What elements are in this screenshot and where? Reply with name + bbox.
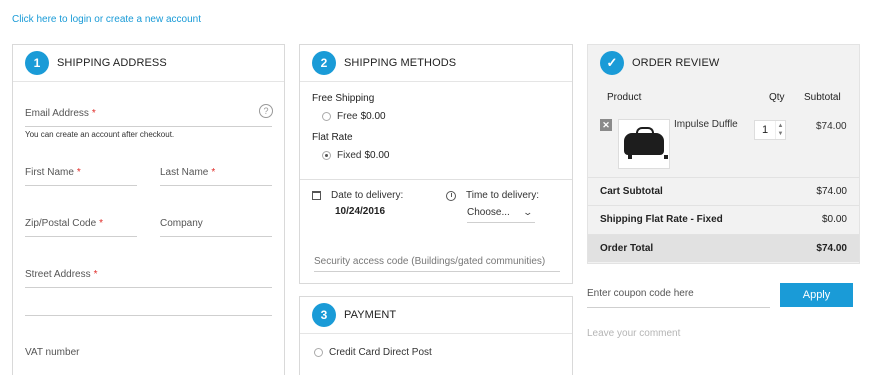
shipping-methods-panel: 2 SHIPPING METHODS Free Shipping Free $0… bbox=[299, 44, 573, 284]
delivery-date-label: Date to delivery: bbox=[312, 190, 403, 201]
radio-checked[interactable] bbox=[322, 151, 331, 160]
arrow-up-icon[interactable]: ▲ bbox=[778, 122, 784, 130]
shipping-address-panel: 1 SHIPPING ADDRESS Email Address * ? You … bbox=[12, 44, 285, 375]
order-review-header: ✓ ORDER REVIEW bbox=[588, 45, 859, 81]
step-number: 3 bbox=[312, 303, 336, 327]
option-label: Free bbox=[337, 111, 358, 122]
field-underline bbox=[25, 287, 272, 288]
divider bbox=[300, 179, 572, 180]
delivery-time-label: Time to delivery: bbox=[446, 190, 539, 201]
select-value: Choose... bbox=[467, 207, 510, 218]
payment-option-credit-card[interactable]: Credit Card Direct Post bbox=[314, 347, 432, 358]
order-total-value: $74.00 bbox=[816, 243, 847, 254]
radio-unchecked[interactable] bbox=[314, 348, 323, 357]
field-underline bbox=[25, 236, 137, 237]
street-field[interactable]: Street Address * bbox=[25, 269, 98, 280]
delivery-time-select[interactable]: Choose... ⌄ bbox=[467, 207, 535, 223]
vat-label: VAT number bbox=[25, 347, 80, 358]
comment-textarea[interactable]: Leave your comment bbox=[587, 328, 680, 339]
shipping-option-free[interactable]: Free $0.00 bbox=[322, 111, 386, 122]
apply-coupon-button[interactable]: Apply bbox=[780, 283, 853, 307]
email-label: Email Address bbox=[25, 108, 89, 119]
required-mark: * bbox=[91, 108, 96, 119]
security-code-input[interactable]: Security access code (Buildings/gated co… bbox=[314, 256, 560, 272]
time-label-text: Time to delivery: bbox=[466, 190, 539, 201]
zip-field[interactable]: Zip/Postal Code * bbox=[25, 218, 103, 229]
vat-field[interactable]: VAT number bbox=[25, 347, 79, 358]
column-header-qty: Qty bbox=[769, 92, 785, 103]
required-mark: * bbox=[99, 218, 104, 229]
panel-title: SHIPPING ADDRESS bbox=[57, 57, 167, 69]
cart-subtotal-label: Cart Subtotal bbox=[600, 186, 663, 197]
shipping-address-header: 1 SHIPPING ADDRESS bbox=[13, 45, 284, 82]
payment-header: 3 PAYMENT bbox=[300, 297, 572, 334]
order-review-panel: ✓ ORDER REVIEW Product Qty Subtotal ✕ Im… bbox=[587, 44, 860, 264]
carrier-flat-rate: Flat Rate bbox=[312, 132, 353, 143]
street-label: Street Address bbox=[25, 269, 91, 280]
date-label-text: Date to delivery: bbox=[331, 190, 404, 201]
stepper-arrows[interactable]: ▲ ▼ bbox=[775, 121, 785, 139]
required-mark: * bbox=[93, 269, 98, 280]
required-mark: * bbox=[211, 167, 216, 178]
remove-item-button[interactable]: ✕ bbox=[600, 119, 612, 131]
step-number: 1 bbox=[25, 51, 49, 75]
payment-panel: 3 PAYMENT Credit Card Direct Post bbox=[299, 296, 573, 375]
first-name-label: First Name bbox=[25, 167, 74, 178]
panel-title: ORDER REVIEW bbox=[632, 57, 720, 69]
chevron-down-icon: ⌄ bbox=[522, 207, 533, 217]
shipping-option-fixed[interactable]: Fixed $0.00 bbox=[322, 150, 389, 161]
last-name-field[interactable]: Last Name * bbox=[160, 167, 215, 178]
street-line-2-underline[interactable] bbox=[25, 315, 272, 316]
required-mark: * bbox=[76, 167, 81, 178]
panel-title: PAYMENT bbox=[344, 309, 397, 321]
first-name-field[interactable]: First Name * bbox=[25, 167, 81, 178]
option-label: Fixed bbox=[337, 150, 362, 161]
duffle-bag-icon bbox=[624, 127, 668, 159]
option-price: $0.00 bbox=[364, 150, 390, 161]
quantity-stepper[interactable]: 1 ▲ ▼ bbox=[754, 120, 786, 140]
line-subtotal: $74.00 bbox=[816, 121, 847, 132]
product-name: Impulse Duffle bbox=[674, 119, 738, 130]
email-field[interactable]: Email Address * bbox=[25, 108, 96, 119]
zip-label: Zip/Postal Code bbox=[25, 218, 97, 229]
option-price: $0.00 bbox=[360, 111, 386, 122]
carrier-free-shipping: Free Shipping bbox=[312, 93, 375, 104]
email-hint: You can create an account after checkout… bbox=[25, 130, 175, 139]
shipping-value: $0.00 bbox=[821, 214, 847, 225]
checkmark-icon: ✓ bbox=[600, 51, 624, 75]
option-label: Credit Card Direct Post bbox=[329, 347, 432, 358]
panel-title: SHIPPING METHODS bbox=[344, 57, 457, 69]
cart-subtotal-value: $74.00 bbox=[816, 186, 847, 197]
order-total-label: Order Total bbox=[600, 243, 654, 254]
shipping-row: Shipping Flat Rate - Fixed $0.00 bbox=[588, 205, 859, 233]
delivery-date-value[interactable]: 10/24/2016 bbox=[335, 206, 385, 217]
order-total-row: Order Total $74.00 bbox=[588, 234, 859, 262]
company-field[interactable]: Company bbox=[160, 218, 203, 229]
arrow-down-icon[interactable]: ▼ bbox=[778, 130, 784, 138]
quantity-value[interactable]: 1 bbox=[755, 124, 775, 136]
last-name-label: Last Name bbox=[160, 167, 209, 178]
help-icon[interactable]: ? bbox=[259, 104, 273, 118]
radio-unchecked[interactable] bbox=[322, 112, 331, 121]
company-label: Company bbox=[160, 218, 203, 229]
cart-subtotal-row: Cart Subtotal $74.00 bbox=[588, 177, 859, 205]
field-underline bbox=[160, 236, 272, 237]
column-header-product: Product bbox=[607, 92, 642, 103]
product-image bbox=[618, 119, 670, 169]
field-underline bbox=[25, 185, 137, 186]
field-underline bbox=[25, 126, 272, 127]
coupon-input[interactable]: Enter coupon code here bbox=[587, 283, 770, 308]
login-link[interactable]: Click here to login or create a new acco… bbox=[12, 14, 201, 25]
clock-icon bbox=[446, 190, 456, 201]
shipping-label: Shipping Flat Rate - Fixed bbox=[600, 214, 723, 225]
calendar-icon bbox=[312, 191, 321, 200]
shipping-methods-header: 2 SHIPPING METHODS bbox=[300, 45, 572, 82]
column-header-subtotal: Subtotal bbox=[804, 92, 841, 103]
field-underline bbox=[160, 185, 272, 186]
step-number: 2 bbox=[312, 51, 336, 75]
